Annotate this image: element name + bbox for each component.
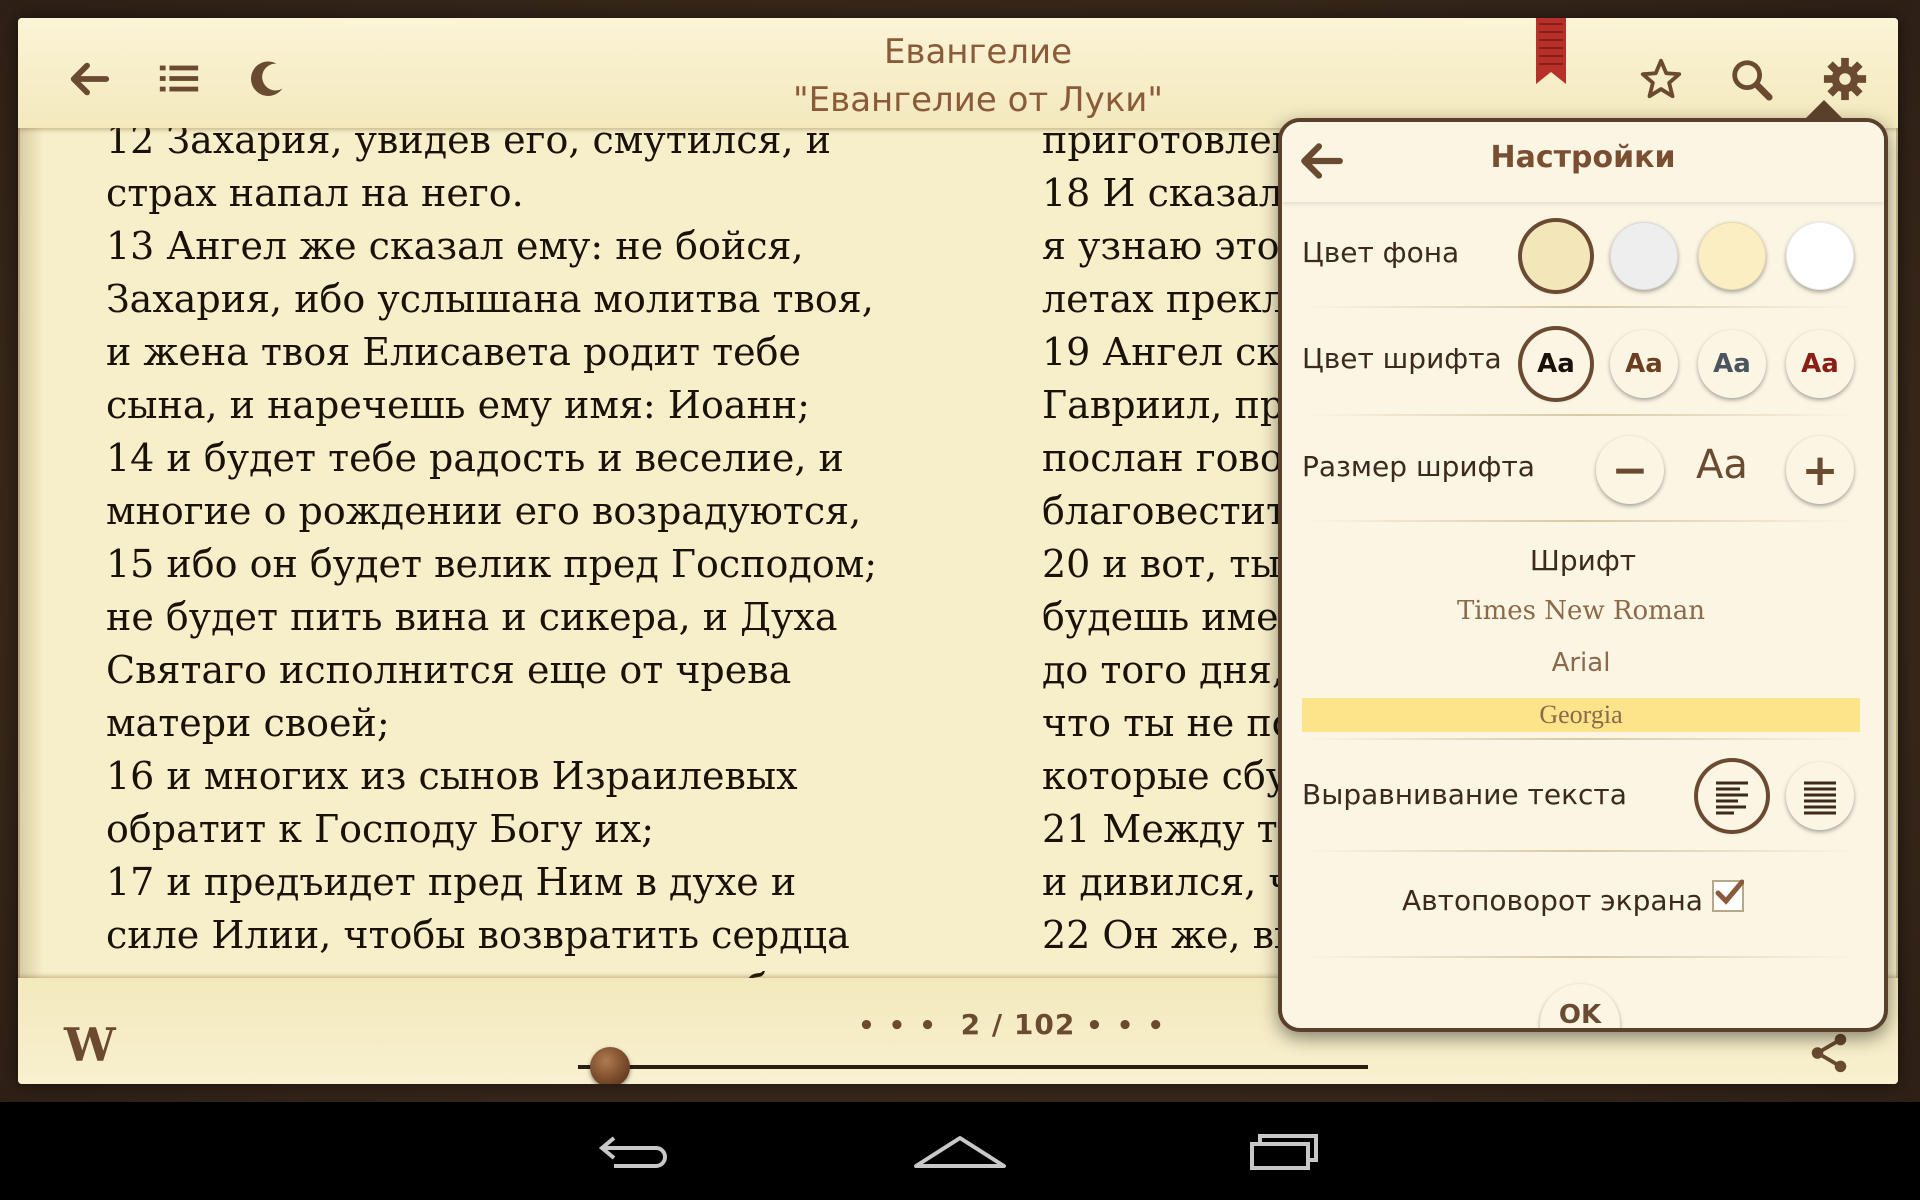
share-icon[interactable]	[1806, 1030, 1852, 1076]
autorotate-row: Автоповорот экрана	[1282, 852, 1884, 962]
font-heading: Шрифт	[1529, 544, 1637, 577]
text-line: не будет пить вина и сикера, и Духа	[106, 595, 838, 639]
alignment-label: Выравнивание текста	[1302, 778, 1627, 811]
bg-color-label: Цвет фона	[1302, 236, 1460, 269]
text-line: будешь имет	[1042, 595, 1300, 639]
contents-list-icon[interactable]	[152, 52, 206, 106]
slider-knob[interactable]	[590, 1047, 630, 1084]
font-color-label: Цвет шрифта	[1302, 342, 1502, 375]
text-line: 13 Ангел же сказал ему: не бойся,	[106, 224, 804, 268]
settings-popup: Настройки Цвет фона Цвет шрифта Aa Aa Aa…	[1278, 118, 1888, 1032]
dots-right: •••	[1086, 1011, 1178, 1041]
night-mode-moon-icon[interactable]	[242, 52, 296, 106]
font-color-slate[interactable]: Aa	[1698, 330, 1766, 398]
divider	[1302, 520, 1858, 522]
text-line: Святаго исполнится еще от чрева	[106, 648, 792, 692]
bg-swatch-light-yellow[interactable]	[1698, 222, 1766, 290]
chapter-title: "Евангелие от Луки"	[793, 80, 1163, 120]
alignment-row: Выравнивание текста	[1282, 742, 1884, 852]
bookmark-ribbon-icon[interactable]	[1536, 18, 1566, 84]
font-option-times[interactable]: Times New Roman	[1302, 594, 1860, 628]
text-column-right: приготовлен 18 И сказал я узнаю это? лет…	[1042, 114, 1302, 1015]
font-size-label: Размер шрифта	[1302, 450, 1535, 483]
font-size-row: Размер шрифта − Aa +	[1282, 414, 1884, 524]
text-line: обратит к Господу Богу их;	[106, 807, 655, 851]
back-arrow-icon[interactable]	[62, 52, 116, 106]
text-line: летах прекл	[1042, 277, 1286, 321]
text-line: я узнаю это?	[1042, 224, 1300, 268]
autorotate-checkbox[interactable]	[1712, 879, 1744, 912]
dots-left: •••	[858, 1011, 950, 1041]
divider	[1302, 956, 1858, 958]
settings-header: Настройки	[1282, 122, 1884, 202]
text-line: 14 и будет тебе радость и веселие, и	[106, 436, 844, 480]
text-line: 21 Между те	[1042, 807, 1301, 851]
text-line: и жена твоя Елисавета родит тебе	[106, 330, 801, 374]
page-slider[interactable]	[578, 1047, 1368, 1084]
ok-button[interactable]: OK	[1540, 984, 1620, 1028]
divider	[1302, 738, 1858, 740]
nav-home-icon[interactable]	[910, 1122, 1010, 1182]
text-line: 18 И сказал	[1042, 171, 1283, 215]
book-title: Евангелие	[883, 32, 1073, 72]
text-line: 16 и многих из сынов Израилевых	[106, 754, 798, 798]
text-line: Гавриил, пр	[1042, 383, 1285, 427]
text-line: матери своей;	[106, 701, 390, 745]
font-color-black[interactable]: Aa	[1522, 330, 1590, 398]
text-line: сына, и наречешь ему имя: Иоанн;	[106, 383, 810, 427]
text-line: и дивился, ч	[1042, 860, 1294, 904]
text-line: 20 и вот, ты	[1042, 542, 1281, 586]
text-line: послан гово	[1042, 436, 1283, 480]
bg-color-row: Цвет фона	[1282, 200, 1884, 310]
text-line: 19 Ангел ска	[1042, 330, 1302, 374]
text-line: которые сбу	[1042, 754, 1289, 798]
text-line: многие о рождении его возрадуются,	[106, 489, 862, 533]
top-toolbar: Евангелие "Евангелие от Луки"	[18, 18, 1898, 128]
font-color-row: Цвет шрифта Aa Aa Aa Aa	[1282, 306, 1884, 416]
title-block: Евангелие "Евангелие от Луки"	[538, 28, 1418, 124]
text-line: Захария, ибо услышана молитва твоя,	[106, 277, 874, 321]
text-line: что ты не по	[1042, 701, 1295, 745]
text-line: 22 Он же, вы	[1042, 913, 1302, 957]
settings-title: Настройки	[1490, 140, 1676, 175]
text-column-left: 12 Захария, увидев его, смутился, и стра…	[106, 114, 926, 1015]
wikipedia-icon[interactable]: W	[64, 1018, 116, 1072]
gear-icon[interactable]	[1818, 52, 1872, 106]
font-option-arial[interactable]: Arial	[1302, 646, 1860, 680]
nav-back-icon[interactable]	[584, 1122, 684, 1182]
bg-swatch-cream[interactable]	[1522, 222, 1590, 290]
popup-pointer	[1802, 100, 1846, 122]
font-color-brown[interactable]: Aa	[1610, 330, 1678, 398]
font-color-red[interactable]: Aa	[1786, 330, 1854, 398]
search-icon[interactable]	[1724, 52, 1778, 106]
autorotate-label: Автоповорот экрана	[1402, 884, 1703, 917]
star-icon[interactable]	[1634, 52, 1688, 106]
font-size-sample: Aa	[1696, 442, 1748, 488]
system-nav-bar	[0, 1102, 1920, 1200]
text-line: 17 и предъидет пред Ним в духе и	[106, 860, 797, 904]
font-size-increase-button[interactable]: +	[1786, 436, 1854, 504]
page-indicator: ••• 2 / 102 •••	[818, 1008, 1218, 1041]
text-line: 15 ибо он будет велик пред Господом;	[106, 542, 878, 586]
text-line: до того дня,	[1042, 648, 1284, 692]
text-line: благовестит	[1042, 489, 1287, 533]
align-left-icon[interactable]	[1698, 762, 1766, 830]
bg-swatch-white[interactable]	[1786, 222, 1854, 290]
nav-recents-icon[interactable]	[1236, 1122, 1336, 1182]
bg-swatch-gray[interactable]	[1610, 222, 1678, 290]
page-number: 2 / 102	[960, 1008, 1076, 1041]
font-option-georgia[interactable]: Georgia	[1302, 698, 1860, 732]
font-size-decrease-button[interactable]: −	[1596, 436, 1664, 504]
checkmark-icon	[1715, 879, 1744, 905]
align-justify-icon[interactable]	[1786, 762, 1854, 830]
text-line: силе Илии, чтобы возвратить сердца	[106, 913, 850, 957]
text-line: страх напал на него.	[106, 171, 524, 215]
